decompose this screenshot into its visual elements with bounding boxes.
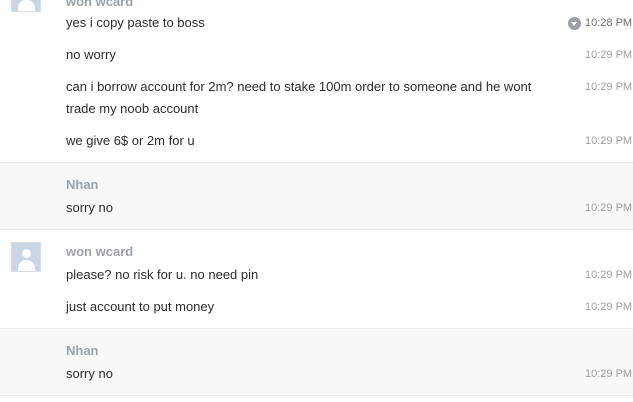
author-name[interactable]: won wcard: [66, 244, 133, 259]
message-group: won wcard yes i copy paste to boss 10:28…: [0, 0, 633, 163]
message-timestamp[interactable]: 10:29 PM: [585, 135, 632, 147]
message-text: no worry: [66, 47, 116, 62]
message-group: won wcard please? no risk for u. no need…: [0, 230, 633, 329]
message-text: sorry no: [66, 200, 113, 215]
chevron-down-circle-icon[interactable]: [568, 17, 581, 30]
message-timestamp[interactable]: 10:29 PM: [585, 202, 632, 214]
message-text: we give 6$ or 2m for u: [66, 133, 195, 148]
author-name[interactable]: Nhan: [66, 343, 99, 358]
message-timestamp[interactable]: 10:29 PM: [585, 368, 632, 380]
default-user-avatar-icon[interactable]: [11, 242, 41, 272]
message-text: please? no risk for u. no need pin: [66, 267, 259, 282]
message-timestamp[interactable]: 10:29 PM: [585, 49, 632, 61]
message-timestamp[interactable]: 10:28 PM: [585, 17, 632, 29]
message-timestamp[interactable]: 10:29 PM: [585, 301, 632, 313]
message-text: just account to put money: [66, 299, 215, 314]
message-timestamp[interactable]: 10:29 PM: [585, 81, 632, 93]
message-group: Nhan sorry no 10:29 PM: [0, 163, 633, 230]
author-name[interactable]: Nhan: [66, 177, 99, 192]
message-text: can i borrow account for 2m? need to sta…: [66, 79, 532, 116]
message-group: Nhan sorry no 10:29 PM: [0, 329, 633, 396]
message-timestamp[interactable]: 10:29 PM: [585, 269, 632, 281]
default-user-avatar-icon[interactable]: [11, 0, 41, 12]
message-text: sorry no: [66, 366, 113, 381]
chat-message-list: won wcard yes i copy paste to boss 10:28…: [0, 0, 633, 402]
author-name[interactable]: won wcard: [66, 0, 133, 9]
message-text: yes i copy paste to boss: [66, 15, 205, 30]
